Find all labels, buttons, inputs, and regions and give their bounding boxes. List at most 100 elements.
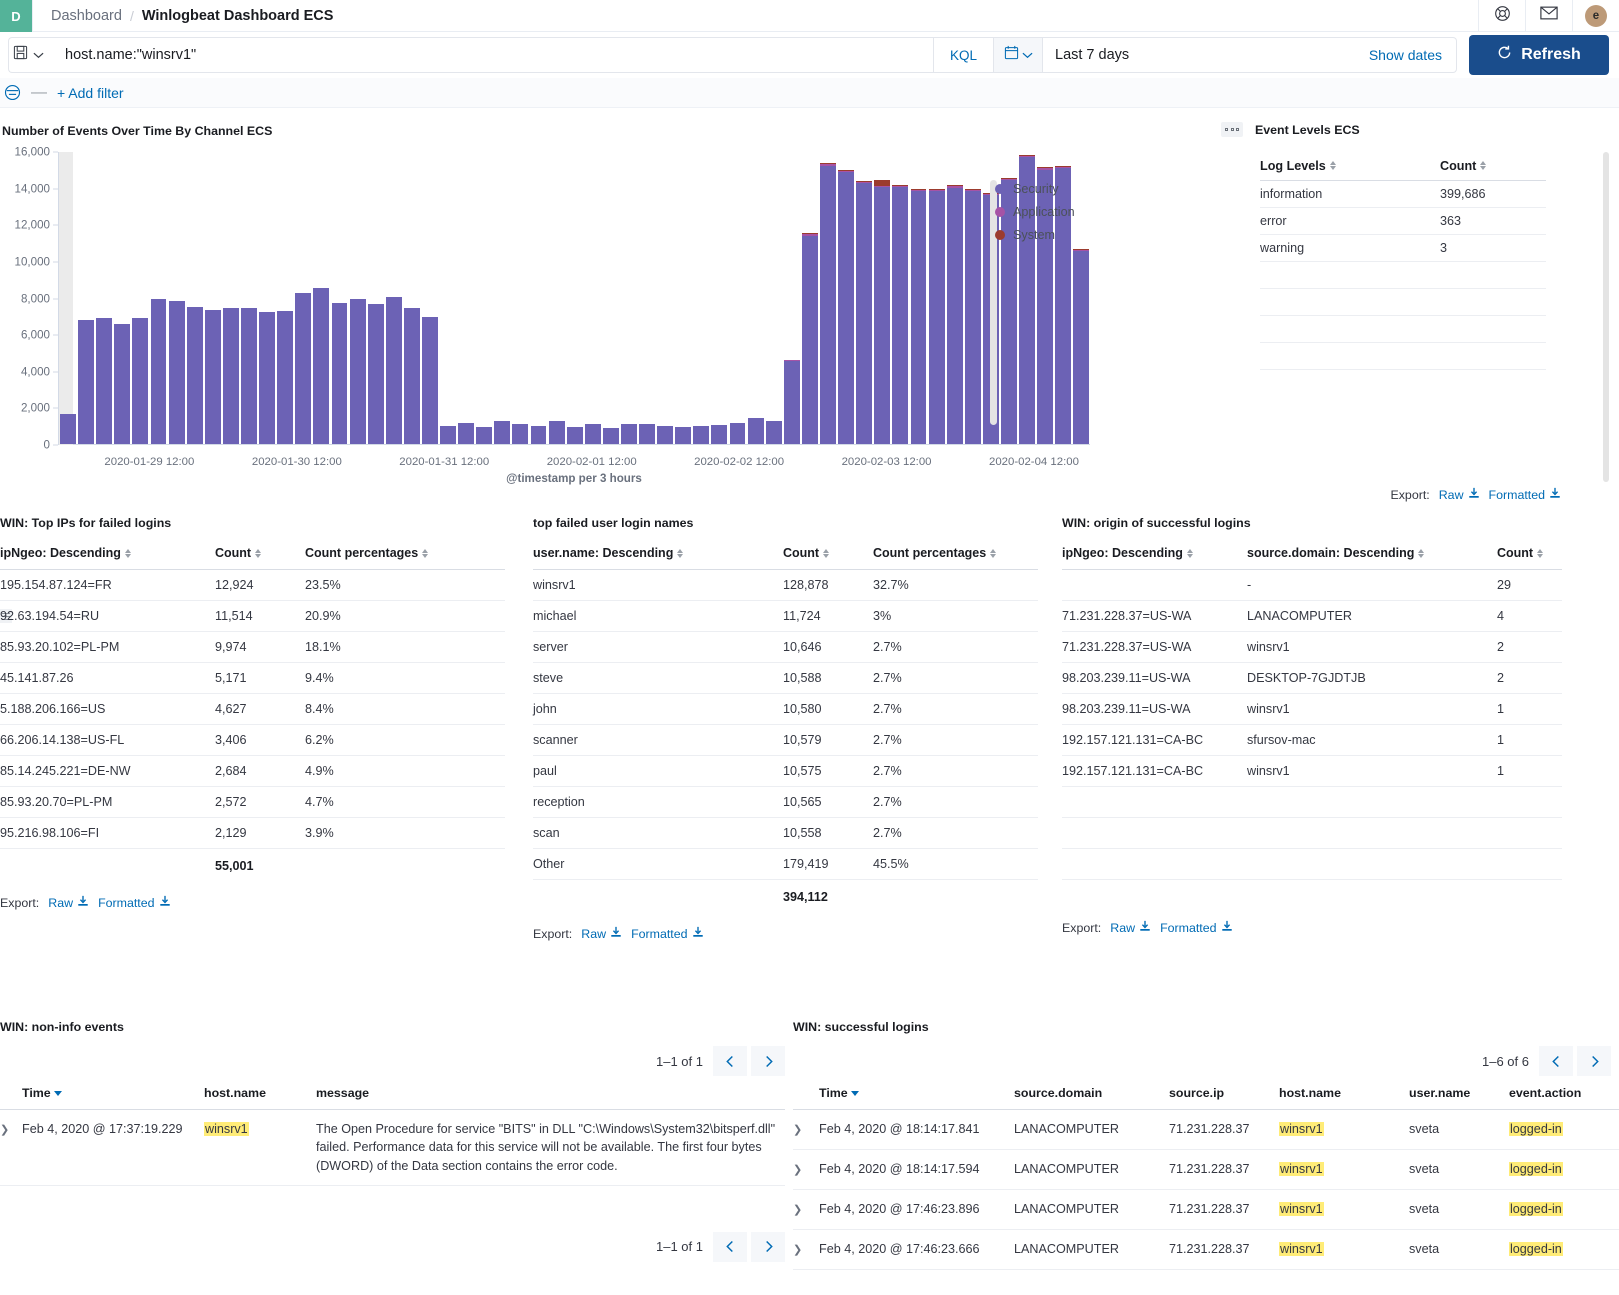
- export-formatted-link[interactable]: Formatted: [98, 895, 170, 910]
- chart-bar[interactable]: [60, 414, 76, 444]
- chart-bar[interactable]: [820, 163, 836, 444]
- column-header[interactable]: ipNgeo: Descending: [1062, 546, 1247, 570]
- previous-page-button[interactable]: [713, 1046, 747, 1076]
- sort-icon[interactable]: [677, 549, 683, 558]
- export-raw-link[interactable]: Raw: [1110, 920, 1151, 935]
- notifications-button[interactable]: [1525, 0, 1572, 31]
- table-row[interactable]: reception10,5652.7%: [533, 787, 1038, 818]
- chart-bar[interactable]: [549, 421, 565, 444]
- filter-options-icon[interactable]: [4, 84, 21, 101]
- table-row[interactable]: scan10,5582.7%: [533, 818, 1038, 849]
- table-row[interactable]: 45.141.87.265,1719.4%: [0, 663, 505, 694]
- table-row[interactable]: information399,686: [1260, 181, 1546, 208]
- table-row[interactable]: 66.206.14.138=US-FL3,4066.2%: [0, 725, 505, 756]
- chart-bar[interactable]: [440, 426, 456, 444]
- breadcrumb-dashboard[interactable]: Dashboard: [51, 8, 122, 24]
- column-header[interactable]: source.domain: [1014, 1086, 1169, 1110]
- expand-row-button[interactable]: ❯: [793, 1189, 819, 1229]
- show-dates-button[interactable]: Show dates: [1369, 47, 1442, 63]
- breadcrumb-current[interactable]: Winlogbeat Dashboard ECS: [142, 8, 334, 24]
- table-row[interactable]: 98.203.239.11=US-WAwinsrv11: [1062, 694, 1562, 725]
- column-header[interactable]: host.name: [1279, 1086, 1409, 1110]
- export-formatted-link[interactable]: Formatted: [1489, 487, 1561, 502]
- legend-item[interactable]: Security: [995, 182, 1105, 196]
- legend-item[interactable]: Application: [995, 205, 1105, 219]
- previous-page-button[interactable]: [1539, 1046, 1573, 1076]
- chart-bar[interactable]: [295, 293, 311, 444]
- table-row[interactable]: Other179,41945.5%: [533, 849, 1038, 880]
- export-raw-link[interactable]: Raw: [1439, 487, 1480, 502]
- chart-bar[interactable]: [259, 312, 275, 444]
- column-header[interactable]: Count percentages: [873, 546, 1038, 570]
- chart-bar[interactable]: [675, 427, 691, 444]
- chart-bar[interactable]: [748, 418, 764, 444]
- bar-series[interactable]: [59, 151, 1090, 444]
- query-language-button[interactable]: KQL: [933, 37, 993, 73]
- chart-bar[interactable]: [711, 425, 727, 444]
- chart-bar[interactable]: [531, 426, 547, 444]
- chart-bar[interactable]: [947, 185, 963, 444]
- chart-bar[interactable]: [911, 189, 927, 444]
- chart-bar[interactable]: [730, 423, 746, 444]
- chart-bar[interactable]: [494, 421, 510, 444]
- chart-bar[interactable]: [693, 426, 709, 444]
- table-row[interactable]: warning3: [1260, 235, 1546, 262]
- column-header[interactable]: Time: [819, 1086, 1014, 1110]
- chart-bar[interactable]: [96, 318, 112, 444]
- table-row[interactable]: ❯Feb 4, 2020 @ 18:14:17.594LANACOMPUTER7…: [793, 1149, 1619, 1189]
- column-header[interactable]: ipNgeo: Descending: [0, 546, 215, 570]
- table-row[interactable]: 85.93.20.102=PL-PM9,97418.1%: [0, 632, 505, 663]
- chart-bar[interactable]: [223, 308, 239, 444]
- chart-bar[interactable]: [639, 424, 655, 444]
- refresh-button[interactable]: Refresh: [1469, 35, 1609, 75]
- legend-item[interactable]: System: [995, 228, 1105, 242]
- previous-page-button[interactable]: [713, 1232, 747, 1262]
- column-header[interactable]: Count percentages: [305, 546, 505, 570]
- chart-bar[interactable]: [784, 360, 800, 444]
- chart-bar[interactable]: [241, 308, 257, 444]
- chart-bar[interactable]: [187, 307, 203, 444]
- chart-bar[interactable]: [313, 288, 329, 444]
- sort-icon[interactable]: [1480, 161, 1486, 170]
- export-formatted-link[interactable]: Formatted: [631, 926, 703, 941]
- help-button[interactable]: [1478, 0, 1525, 31]
- date-range-field[interactable]: Last 7 days Show dates: [1043, 37, 1457, 73]
- chart-bar[interactable]: [512, 424, 528, 444]
- chart-bar[interactable]: [476, 427, 492, 444]
- table-row[interactable]: 192.157.121.131=CA-BCwinsrv11: [1062, 756, 1562, 787]
- column-header[interactable]: source.domain: Descending: [1247, 546, 1497, 570]
- add-filter-button[interactable]: + Add filter: [57, 85, 124, 101]
- column-header[interactable]: user.name: [1409, 1086, 1509, 1110]
- chart-bar[interactable]: [766, 421, 782, 444]
- table-row[interactable]: ❯Feb 4, 2020 @ 18:14:17.841LANACOMPUTER7…: [793, 1110, 1619, 1150]
- expand-row-button[interactable]: ❯: [793, 1149, 819, 1189]
- chart-bar[interactable]: [368, 304, 384, 444]
- next-page-button[interactable]: [751, 1046, 785, 1076]
- table-row[interactable]: steve10,5882.7%: [533, 663, 1038, 694]
- chart-bar[interactable]: [151, 299, 167, 444]
- table-row[interactable]: john10,5802.7%: [533, 694, 1038, 725]
- sort-icon[interactable]: [823, 549, 829, 558]
- export-raw-link[interactable]: Raw: [48, 895, 89, 910]
- column-header[interactable]: Count: [215, 546, 305, 570]
- sort-icon[interactable]: [255, 549, 261, 558]
- expand-row-button[interactable]: ❯: [0, 1110, 22, 1186]
- table-row[interactable]: 192.157.121.131=CA-BCsfursov-mac1: [1062, 725, 1562, 756]
- chart-bar[interactable]: [929, 189, 945, 444]
- expand-row-button[interactable]: ❯: [793, 1229, 819, 1269]
- table-row[interactable]: 195.154.87.124=FR12,92423.5%: [0, 570, 505, 601]
- sort-icon[interactable]: [422, 549, 428, 558]
- sort-icon[interactable]: [1187, 549, 1193, 558]
- table-row[interactable]: server10,6462.7%: [533, 632, 1038, 663]
- column-header[interactable]: message: [316, 1086, 785, 1110]
- table-row[interactable]: 98.203.239.11=US-WADESKTOP-7GJDTJB2: [1062, 663, 1562, 694]
- date-range-value[interactable]: Last 7 days: [1055, 47, 1129, 63]
- table-row[interactable]: ❯Feb 4, 2020 @ 17:46:23.666LANACOMPUTER7…: [793, 1229, 1619, 1269]
- chart-bar[interactable]: [422, 317, 438, 444]
- saved-query-button[interactable]: [8, 37, 53, 73]
- table-row[interactable]: winsrv1128,87832.7%: [533, 570, 1038, 601]
- chart-bar[interactable]: [404, 308, 420, 444]
- chart-bar[interactable]: [856, 181, 872, 444]
- chart-bar[interactable]: [78, 320, 94, 444]
- chart-bar[interactable]: [386, 297, 402, 444]
